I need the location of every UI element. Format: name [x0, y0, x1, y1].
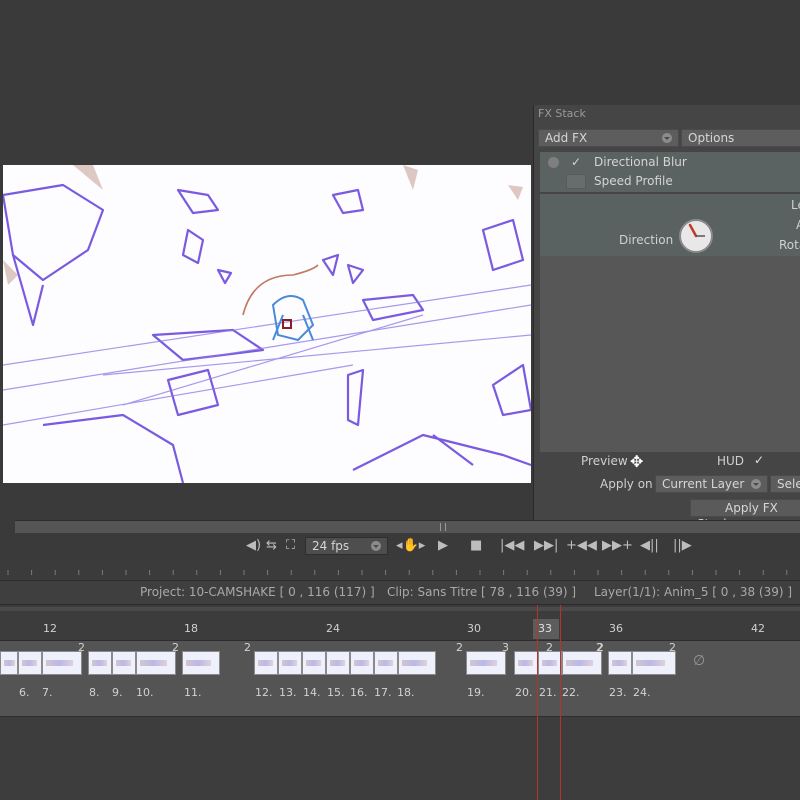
drawing-canvas[interactable]: [3, 165, 531, 483]
frame-label: 7.: [42, 686, 53, 699]
next-key-icon[interactable]: ▶▶+: [602, 538, 633, 554]
project-info: Project: 10-CAMSHAKE [ 0 , 116 (117) ]: [140, 585, 375, 599]
frame-label: 11.: [184, 686, 202, 699]
frame-label: 9.: [112, 686, 123, 699]
frame-label: 20.: [515, 686, 533, 699]
frame-label: 18.: [397, 686, 415, 699]
layer-info: Layer(1/1): Anim_5 [ 0 , 38 (39) ]: [594, 585, 793, 599]
ruler-strip: [0, 607, 800, 611]
select-label: Selec: [777, 477, 800, 491]
frame-label: 24.: [633, 686, 651, 699]
last-frame-icon[interactable]: ▶▶|: [534, 538, 558, 554]
scroll-grip-icon[interactable]: [440, 523, 446, 531]
playhead-end-line[interactable]: [560, 605, 561, 800]
hud-checkmark-icon[interactable]: ✓: [754, 453, 764, 467]
first-frame-icon[interactable]: |◀◀: [500, 538, 524, 554]
direction-label: Direction: [619, 233, 674, 247]
fx-item-speed-profile[interactable]: Speed Profile: [540, 172, 800, 191]
apply-on-dropdown[interactable]: Current Layer: [655, 475, 768, 493]
frame-number: 12: [43, 622, 57, 635]
remove-fx-icon[interactable]: [548, 157, 559, 168]
frame-label: 23.: [609, 686, 627, 699]
lower-area: [0, 717, 800, 800]
scrub-hand-icon[interactable]: ◂✋▸: [396, 538, 425, 554]
dial-needle-icon: [688, 223, 705, 238]
select-dropdown[interactable]: Selec: [770, 475, 800, 493]
angle-label: A: [796, 218, 800, 232]
horizontal-scrollbar[interactable]: [15, 520, 800, 533]
frame-label: 10.: [136, 686, 154, 699]
chevron-down-icon: [751, 479, 761, 489]
frame-label: 19.: [467, 686, 485, 699]
sound-icon[interactable]: ◀): [246, 538, 261, 554]
prev-key-icon[interactable]: +◀◀: [566, 538, 597, 554]
fx-item-label: Directional Blur: [594, 155, 687, 169]
frame-label: 14.: [303, 686, 321, 699]
stop-icon[interactable]: ■: [470, 538, 482, 554]
apply-on-label: Apply on: [600, 477, 653, 491]
frame-number: 18: [184, 622, 198, 635]
frame-label: 16.: [350, 686, 368, 699]
frame-label: 13.: [279, 686, 297, 699]
sketch-artwork: [3, 165, 531, 483]
options-label: Options: [688, 131, 735, 145]
next-frame-icon[interactable]: ||▶: [673, 538, 692, 554]
frame-label: 21.: [539, 686, 557, 699]
fx-item-directional-blur[interactable]: ✓ Directional Blur: [540, 153, 800, 172]
frame-label: 8.: [89, 686, 100, 699]
frame-number: 30: [467, 622, 481, 635]
fx-item-label: Speed Profile: [594, 174, 673, 188]
move-cursor-icon: ✥: [630, 452, 644, 471]
apply-on-value: Current Layer: [662, 477, 745, 491]
frame-number: 24: [326, 622, 340, 635]
checkmark-icon[interactable]: ✓: [571, 153, 581, 172]
frame-number: 42: [751, 622, 765, 635]
frame-label: 12.: [255, 686, 273, 699]
frame-labels: 6. 7. 8. 9. 10. 11. 12. 13. 14. 15. 16. 17. 18. 19. 20…: [0, 641, 800, 718]
apply-fx-stack-button[interactable]: Apply FX Stack: [690, 499, 800, 531]
info-bar: Project: 10-CAMSHAKE [ 0 , 116 (117) ] C…: [0, 581, 800, 605]
fx-list: ✓ Directional Blur Speed Profile: [540, 152, 800, 192]
length-label: Le: [791, 198, 800, 212]
timeline-track[interactable]: 222232222 6. 7. 8. 9. 10. 11. 12. 13. 14. 15. 16. 1…: [0, 640, 800, 717]
frame-number: 36: [609, 622, 623, 635]
options-dropdown[interactable]: Options: [681, 129, 800, 147]
clip-info: Clip: Sans Titre [ 78 , 116 (39) ]: [387, 585, 577, 599]
frame-label: 6.: [19, 686, 30, 699]
fps-value: 24 fps: [312, 539, 350, 553]
chevron-down-icon: [371, 541, 381, 551]
current-frame-number: 33: [538, 622, 552, 635]
loop-icon[interactable]: ⇆: [266, 538, 277, 554]
prev-frame-icon[interactable]: ◀||: [640, 538, 659, 554]
playhead-start-line[interactable]: [537, 605, 538, 800]
panel-title: FX Stack: [538, 107, 586, 120]
transport-bar: ◀) ⇆ ⛶ 24 fps ◂✋▸ ▶ ■ |◀◀ ▶▶| +◀◀ ▶▶+ ◀|…: [0, 533, 800, 561]
enable-checkbox[interactable]: [566, 174, 586, 189]
fx-stack-panel: FX Stack Add FX Options ✓ Directional Bl…: [533, 105, 800, 531]
tick-ruler[interactable]: [0, 561, 800, 581]
empty-frame-icon[interactable]: ∅: [693, 653, 705, 669]
fit-frame-icon[interactable]: ⛶: [286, 538, 295, 554]
add-fx-label: Add FX: [545, 131, 588, 145]
direction-dial[interactable]: [679, 219, 713, 253]
frame-label: 22.: [562, 686, 580, 699]
ruler-ticks: [7, 570, 788, 575]
play-icon[interactable]: ▶: [438, 538, 448, 554]
hud-label: HUD: [717, 454, 745, 468]
chevron-down-icon: [662, 133, 672, 143]
frame-ruler[interactable]: 12 18 24 30 33 36 42: [0, 605, 800, 640]
preview-label: Preview: [581, 454, 628, 468]
frame-label: 17.: [374, 686, 392, 699]
add-fx-dropdown[interactable]: Add FX: [538, 129, 679, 147]
frame-label: 15.: [327, 686, 345, 699]
params-empty-area: [540, 256, 800, 452]
fx-parameters: Direction Le A Rota: [540, 194, 800, 452]
rotation-label: Rota: [779, 238, 800, 252]
fps-dropdown[interactable]: 24 fps: [305, 537, 388, 555]
